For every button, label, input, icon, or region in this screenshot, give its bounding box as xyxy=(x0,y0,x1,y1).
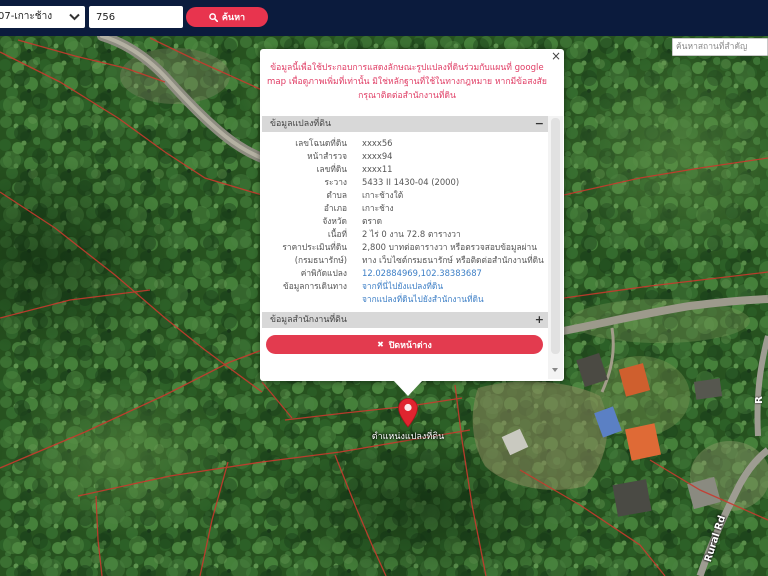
info-label: เลขที่ดิน xyxy=(316,164,347,174)
disclaimer-line: map เพื่อดูภาพเพิ่มที่เท่านั้น มิใช่หลัก… xyxy=(267,77,547,87)
info-value-line: 2,800 บาทต่อตารางวา หรือตรวจสอบข้อมูลผ่า… xyxy=(362,242,537,252)
section-header-parcel-info[interactable]: ข้อมูลแปลงที่ดิน − xyxy=(262,116,548,132)
info-label: ระวาง xyxy=(324,177,348,187)
search-button[interactable]: ค้นหา xyxy=(186,7,268,27)
expand-icon[interactable]: + xyxy=(535,312,544,328)
info-label: ตำบล xyxy=(326,190,347,200)
info-value: เกาะช้างใต้ xyxy=(362,190,404,200)
section-title: ข้อมูลแปลงที่ดิน xyxy=(270,119,331,129)
parcel-info-popup: × ข้อมูลนี้เพื่อใช้ประกอบการแสดงลักษณะรู… xyxy=(260,49,564,381)
scrollbar-thumb[interactable] xyxy=(551,118,560,354)
disclaimer-text: ข้อมูลนี้เพื่อใช้ประกอบการแสดงลักษณะรูปแ… xyxy=(266,61,548,103)
chevron-down-icon xyxy=(69,13,80,21)
info-row: ระวาง 5433 II 1430-04 (2000) xyxy=(262,176,548,189)
info-row: เนื้อที่ 2 ไร่ 0 งาน 72.8 ตารางวา xyxy=(262,228,548,241)
parcel-info-table: เลขโฉนดที่ดิน xxxx56 หน้าสำรวจ xxxx94 เล… xyxy=(262,137,548,306)
marker-label: ตำแหน่งแปลงที่ดิน xyxy=(371,432,445,442)
info-label: ราคาประเมินที่ดิน (กรมธนารักษ์) xyxy=(262,241,347,267)
info-value: xxxx56 xyxy=(362,138,393,148)
info-value: 12.02884969,102.38383687 xyxy=(362,267,548,280)
search-icon xyxy=(209,12,218,22)
forest-highlight xyxy=(0,376,240,536)
info-row: หน้าสำรวจ xxxx94 xyxy=(262,150,548,163)
place-search-input[interactable] xyxy=(672,38,768,56)
info-row: ตำบล เกาะช้างใต้ xyxy=(262,189,548,202)
scroll-down-arrow-icon[interactable] xyxy=(552,368,558,372)
close-icon[interactable]: × xyxy=(550,50,562,62)
section-header-land-office[interactable]: ข้อมูลสำนักงานที่ดิน + xyxy=(262,312,548,328)
info-row: ข้อมูลการเดินทาง จากที่นี่ไปยังแปลงที่ดิ… xyxy=(262,280,548,306)
search-toolbar: 07-เกาะช้าง ค้นหา xyxy=(0,0,768,36)
info-value: จากที่นี่ไปยังแปลงที่ดิน จากแปลงที่ดินไป… xyxy=(362,280,548,306)
info-row: ค่าพิกัดแปลง 12.02884969,102.38383687 xyxy=(262,267,548,280)
info-value: 2 ไร่ 0 งาน 72.8 ตารางวา xyxy=(362,229,461,239)
road-label-edge: R xyxy=(753,396,765,404)
section-title: ข้อมูลสำนักงานที่ดิน xyxy=(270,315,347,325)
info-row: ราคาประเมินที่ดิน (กรมธนารักษ์) 2,800 บา… xyxy=(262,241,548,267)
info-value: ตราด xyxy=(362,216,383,226)
info-label: ค่าพิกัดแปลง xyxy=(300,268,347,278)
coordinates-link[interactable]: 12.02884969,102.38383687 xyxy=(362,267,548,280)
info-value: 5433 II 1430-04 (2000) xyxy=(362,177,460,187)
parcel-number-input[interactable] xyxy=(89,6,183,28)
district-select[interactable]: 07-เกาะช้าง xyxy=(0,6,85,28)
info-label: ข้อมูลการเดินทาง xyxy=(282,281,347,291)
close-icon: ✖ xyxy=(377,340,384,349)
directions-to-office-link[interactable]: จากแปลงที่ดินไปยังสำนักงานที่ดิน xyxy=(362,293,548,306)
info-value: 2,800 บาทต่อตารางวา หรือตรวจสอบข้อมูลผ่า… xyxy=(362,241,548,267)
info-value: xxxx11 xyxy=(362,164,393,174)
district-select-value: 07-เกาะช้าง xyxy=(0,11,53,22)
building xyxy=(693,378,723,400)
map-pin-icon[interactable] xyxy=(397,397,419,428)
info-label: เลขโฉนดที่ดิน xyxy=(295,138,347,148)
info-row: เลขที่ดิน xxxx11 xyxy=(262,163,548,176)
disclaimer-line: ข้อมูลนี้เพื่อใช้ประกอบการแสดงลักษณะรูปแ… xyxy=(270,63,544,73)
info-label: จังหวัด xyxy=(322,216,347,226)
info-row: อำเภอ เกาะช้าง xyxy=(262,202,548,215)
info-value-line: ทาง เว็บไซต์กรมธนารักษ์ หรือติดต่อสำนักง… xyxy=(362,255,544,265)
directions-to-parcel-link[interactable]: จากที่นี่ไปยังแปลงที่ดิน xyxy=(362,280,548,293)
info-label: อำเภอ xyxy=(323,203,347,213)
info-value: xxxx94 xyxy=(362,151,393,161)
building xyxy=(612,479,652,517)
info-label: เนื้อที่ xyxy=(327,229,347,239)
close-window-label: ปิดหน้าต่าง xyxy=(388,340,432,351)
close-window-button[interactable]: ✖ ปิดหน้าต่าง xyxy=(266,335,543,354)
popup-pointer xyxy=(393,380,423,396)
popup-scrollbar[interactable] xyxy=(548,116,563,379)
collapse-icon[interactable]: − xyxy=(535,116,544,132)
info-value: เกาะช้าง xyxy=(362,203,394,213)
search-button-label: ค้นหา xyxy=(221,13,246,23)
disclaimer-line: กรุณาติดต่อสำนักงานที่ดิน xyxy=(358,91,456,101)
info-label-line: (กรมธนารักษ์) xyxy=(294,255,347,265)
info-label-line: ราคาประเมินที่ดิน xyxy=(282,242,347,252)
info-row: เลขโฉนดที่ดิน xxxx56 xyxy=(262,137,548,150)
info-label: หน้าสำรวจ xyxy=(307,151,347,161)
info-row: จังหวัด ตราด xyxy=(262,215,548,228)
